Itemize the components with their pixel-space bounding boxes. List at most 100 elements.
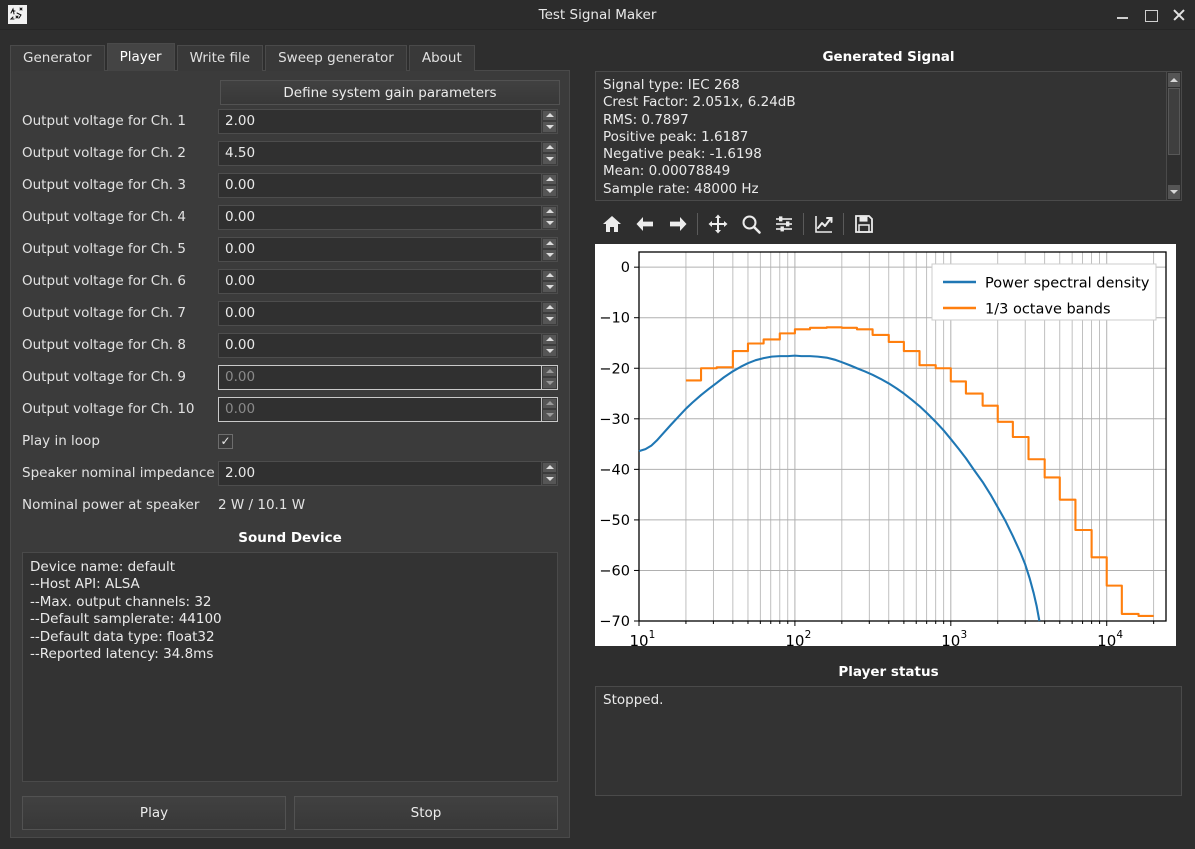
stepper-up-icon[interactable]: [543, 302, 556, 312]
channel-2-input[interactable]: 4.50: [218, 140, 541, 166]
generated-signal-text: Signal type: IEC 268 Crest Factor: 2.051…: [603, 77, 796, 197]
maximize-button[interactable]: [1144, 8, 1158, 22]
stepper-down-icon[interactable]: [543, 346, 556, 356]
channel-6-stepper[interactable]: [541, 268, 558, 294]
magnifier-zoom-icon[interactable]: [734, 209, 767, 239]
channel-6-spinbox[interactable]: 0.00: [218, 268, 558, 294]
left-panel: Generator Player Write file Sweep generator…: [0, 30, 582, 849]
scrollbar-thumb[interactable]: [1168, 88, 1180, 156]
channel-row-5: Output voltage for Ch. 5 0.00: [22, 233, 558, 265]
tab-about[interactable]: About: [408, 45, 475, 71]
channel-10-stepper[interactable]: [541, 396, 558, 422]
stop-button[interactable]: Stop: [294, 796, 558, 830]
channel-8-stepper[interactable]: [541, 332, 558, 358]
channel-7-input[interactable]: 0.00: [218, 300, 541, 326]
stepper-up-icon[interactable]: [543, 398, 556, 408]
channel-9-spinbox[interactable]: 0.00: [218, 364, 558, 390]
channel-7-spinbox[interactable]: 0.00: [218, 300, 558, 326]
tab-player[interactable]: Player: [106, 43, 175, 71]
speaker-impedance-input[interactable]: 2.00: [218, 460, 541, 486]
sliders-configure-icon[interactable]: [767, 209, 800, 239]
channel-1-input[interactable]: 2.00: [218, 108, 541, 134]
channel-1-label: Output voltage for Ch. 1: [22, 113, 186, 129]
tab-generator[interactable]: Generator: [10, 45, 105, 71]
play-button[interactable]: Play: [22, 796, 286, 830]
y-tick-label: −30: [599, 412, 630, 428]
channel-voltage-rows: Output voltage for Ch. 1 2.00 Output volta…: [22, 105, 558, 425]
channel-row-3: Output voltage for Ch. 3 0.00: [22, 169, 558, 201]
channel-8-input[interactable]: 0.00: [218, 332, 541, 358]
channel-3-stepper[interactable]: [541, 172, 558, 198]
arrow-left-icon[interactable]: [628, 209, 661, 239]
stepper-down-icon[interactable]: [543, 122, 556, 132]
channel-5-stepper[interactable]: [541, 236, 558, 262]
stepper-down-icon[interactable]: [543, 474, 556, 484]
channel-6-label: Output voltage for Ch. 6: [22, 273, 186, 289]
channel-4-input[interactable]: 0.00: [218, 204, 541, 230]
channel-4-spinbox[interactable]: 0.00: [218, 204, 558, 230]
channel-7-stepper[interactable]: [541, 300, 558, 326]
stepper-up-icon[interactable]: [543, 270, 556, 280]
channel-5-input[interactable]: 0.00: [218, 236, 541, 262]
channel-5-spinbox[interactable]: 0.00: [218, 236, 558, 262]
stepper-up-icon[interactable]: [543, 462, 556, 472]
channel-row-4: Output voltage for Ch. 4 0.00: [22, 201, 558, 233]
speaker-impedance-stepper[interactable]: [541, 460, 558, 486]
player-tab-page: Define system gain parameters Output vol…: [10, 70, 570, 838]
define-system-gain-parameters-button[interactable]: Define system gain parameters: [220, 80, 560, 105]
channel-1-spinbox[interactable]: 2.00: [218, 108, 558, 134]
channel-2-stepper[interactable]: [541, 140, 558, 166]
toolbar-separator: [843, 213, 844, 235]
channel-10-spinbox[interactable]: 0.00: [218, 396, 558, 422]
channel-4-stepper[interactable]: [541, 204, 558, 230]
stepper-down-icon[interactable]: [543, 218, 556, 228]
channel-9-stepper[interactable]: [541, 364, 558, 390]
home-icon[interactable]: [595, 209, 628, 239]
arrow-right-icon[interactable]: [661, 209, 694, 239]
play-in-loop-checkbox[interactable]: ✓: [218, 433, 233, 449]
stepper-down-icon[interactable]: [543, 250, 556, 260]
stepper-up-icon[interactable]: [543, 366, 556, 376]
channel-2-spinbox[interactable]: 4.50: [218, 140, 558, 166]
channel-row-1: Output voltage for Ch. 1 2.00: [22, 105, 558, 137]
tab-write-file[interactable]: Write file: [176, 45, 264, 71]
stepper-up-icon[interactable]: [543, 174, 556, 184]
stepper-up-icon[interactable]: [543, 110, 556, 120]
close-button[interactable]: [1172, 8, 1186, 22]
scroll-up-icon[interactable]: [1168, 73, 1180, 87]
scroll-down-icon[interactable]: [1168, 185, 1180, 199]
stepper-down-icon[interactable]: [543, 282, 556, 292]
channel-9-input[interactable]: 0.00: [218, 364, 541, 390]
svg-text:10: 10: [941, 632, 960, 646]
generated-signal-scrollbar[interactable]: [1166, 72, 1181, 200]
tab-sweep-generator[interactable]: Sweep generator: [265, 45, 407, 71]
spectrum-plot[interactable]: 0 −10 −20 −30 −40 −50 −60 −70 10 1 10 2 10 3 10 4 Power …: [595, 244, 1176, 650]
channel-8-spinbox[interactable]: 0.00: [218, 332, 558, 358]
minimize-button[interactable]: [1116, 8, 1130, 22]
stepper-down-icon[interactable]: [543, 314, 556, 324]
floppy-save-icon[interactable]: [847, 209, 880, 239]
stepper-down-icon[interactable]: [543, 154, 556, 164]
speaker-impedance-spinbox[interactable]: 2.00: [218, 460, 558, 486]
app-icon: [8, 5, 27, 24]
speaker-impedance-row: Speaker nominal impedance 2.00: [22, 457, 558, 489]
stepper-up-icon[interactable]: [543, 206, 556, 216]
channel-3-spinbox[interactable]: 0.00: [218, 172, 558, 198]
move-pan-icon[interactable]: [701, 209, 734, 239]
channel-8-label: Output voltage for Ch. 8: [22, 337, 186, 353]
stepper-down-icon[interactable]: [543, 186, 556, 196]
x-tick-label: 10 3: [941, 629, 967, 650]
x-tick-label: 10 1: [629, 629, 655, 650]
stepper-up-icon[interactable]: [543, 334, 556, 344]
stepper-down-icon[interactable]: [543, 378, 556, 388]
channel-6-input[interactable]: 0.00: [218, 268, 541, 294]
stepper-up-icon[interactable]: [543, 142, 556, 152]
channel-1-stepper[interactable]: [541, 108, 558, 134]
y-tick-label: −60: [599, 563, 630, 579]
scrollbar-track[interactable]: [1167, 88, 1181, 184]
stepper-down-icon[interactable]: [543, 410, 556, 420]
stepper-up-icon[interactable]: [543, 238, 556, 248]
channel-10-input[interactable]: 0.00: [218, 396, 541, 422]
edit-curves-icon[interactable]: [807, 209, 840, 239]
channel-3-input[interactable]: 0.00: [218, 172, 541, 198]
